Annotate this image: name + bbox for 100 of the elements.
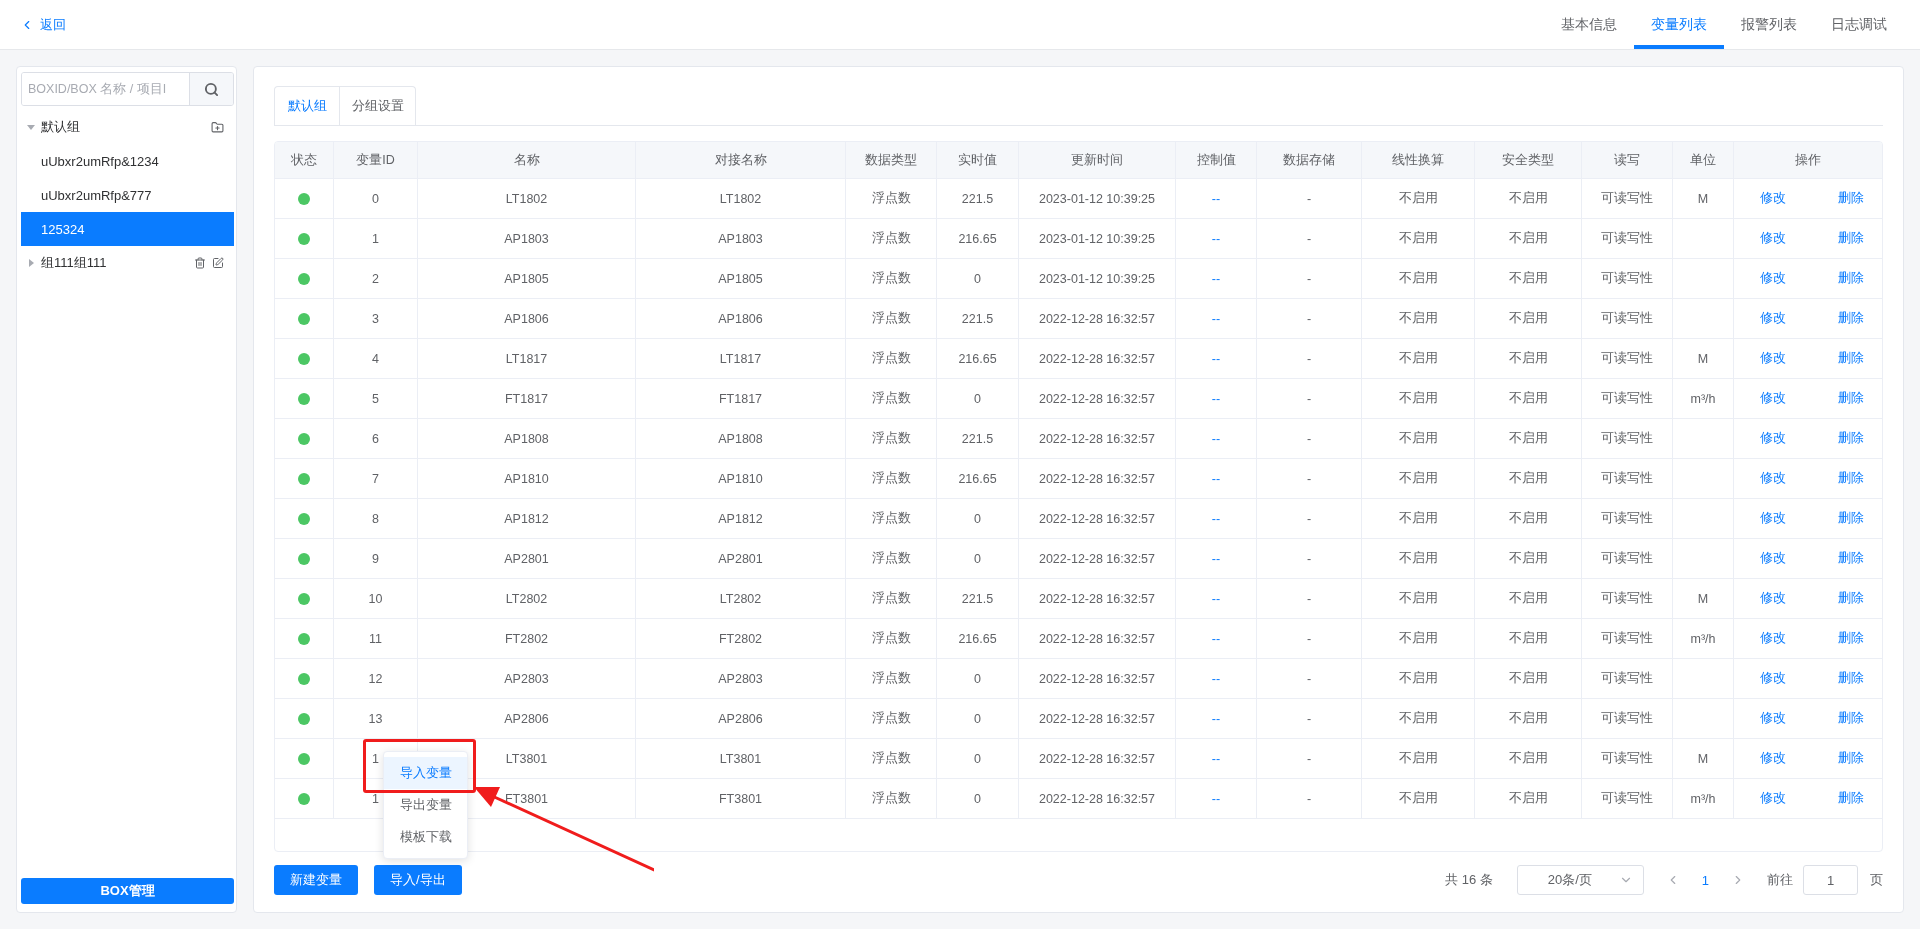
table-cell: 2022-12-28 16:32:57 [1038,511,1156,526]
caret-down-icon[interactable] [27,123,35,131]
table-cell: - [1306,511,1312,526]
tree-item[interactable]: uUbxr2umRfp&777 [21,178,234,212]
delete-link[interactable]: 删除 [1838,590,1864,607]
delete-link[interactable]: 删除 [1838,190,1864,207]
search-button[interactable] [189,73,233,105]
edit-link[interactable]: 修改 [1760,790,1786,807]
edit-link[interactable]: 修改 [1760,430,1786,447]
table-cell: 不启用 [1508,550,1548,567]
table-cell: 不启用 [1398,190,1438,207]
delete-link[interactable]: 删除 [1838,630,1864,647]
menu-item[interactable]: 导出变量 [384,789,467,821]
delete-link[interactable]: 删除 [1838,510,1864,527]
delete-link[interactable]: 删除 [1838,550,1864,567]
delete-link[interactable]: 删除 [1838,670,1864,687]
caret-right-icon[interactable] [27,259,35,267]
table-cell: - [1306,671,1312,686]
edit-link[interactable]: 修改 [1760,270,1786,287]
import-export-button[interactable]: 导入/导出 [374,865,462,895]
table-cell: -- [1211,351,1221,366]
trash-icon[interactable] [194,257,206,269]
edit-link[interactable]: 修改 [1760,550,1786,567]
table-cell: 0 [974,671,981,686]
delete-link[interactable]: 删除 [1838,350,1864,367]
table-cell: 9 [372,551,379,566]
delete-link[interactable]: 删除 [1838,710,1864,727]
edit-link[interactable]: 修改 [1760,710,1786,727]
table-cell: 7 [372,471,379,486]
table-cell: m³/h [1690,791,1716,806]
table-cell: LT1802 [719,191,762,206]
goto-page-field[interactable]: 1 [1803,865,1858,895]
column-header: 线性换算 [1362,142,1475,178]
table-cell: - [1306,551,1312,566]
table-cell: 可读写性 [1601,790,1653,807]
group-tab[interactable]: 默认组 [274,86,340,125]
menu-item[interactable]: 导入变量 [384,757,467,789]
search-icon[interactable] [204,81,219,97]
edit-link[interactable]: 修改 [1760,670,1786,687]
nav-tab[interactable]: 日志调试 [1814,0,1904,49]
page-number[interactable]: 1 [1701,872,1709,888]
delete-link[interactable]: 删除 [1838,470,1864,487]
table-cell: 2022-12-28 16:32:57 [1038,711,1156,726]
nav-tab[interactable]: 报警列表 [1724,0,1814,49]
edit-link[interactable]: 修改 [1760,190,1786,207]
table-cell: 不启用 [1398,510,1438,527]
delete-link[interactable]: 删除 [1838,310,1864,327]
edit-link[interactable]: 修改 [1760,510,1786,527]
table-cell: 不启用 [1398,390,1438,407]
column-header: 读写 [1582,142,1673,178]
nav-tab[interactable]: 变量列表 [1634,0,1724,49]
delete-link[interactable]: 删除 [1838,270,1864,287]
delete-link[interactable]: 删除 [1838,790,1864,807]
box-manage-button[interactable]: BOX管理 [21,878,234,904]
edit-link[interactable]: 修改 [1760,230,1786,247]
table-cell: 不启用 [1508,590,1548,607]
table-cell: - [1306,591,1312,606]
edit-link[interactable]: 修改 [1760,630,1786,647]
delete-link[interactable]: 删除 [1838,230,1864,247]
back-link[interactable]: 返回 [20,0,66,49]
new-variable-button[interactable]: 新建变量 [274,865,358,895]
page-size-select[interactable]: 20条/页 [1516,865,1644,895]
table-cell: 0 [974,751,981,766]
table-cell: 不启用 [1508,430,1548,447]
table-cell: 216.65 [958,471,997,486]
table-cell: 不启用 [1508,390,1548,407]
edit-link[interactable]: 修改 [1760,470,1786,487]
edit-link[interactable]: 修改 [1760,590,1786,607]
table-cell: 不启用 [1508,190,1548,207]
table-cell: AP2806 [718,711,763,726]
edit-link[interactable]: 修改 [1760,390,1786,407]
table-cell: 2023-01-12 10:39:25 [1038,191,1156,206]
table-cell: 221.5 [961,311,994,326]
delete-link[interactable]: 删除 [1838,390,1864,407]
delete-link[interactable]: 删除 [1838,430,1864,447]
tree-item[interactable]: 125324 [21,212,234,246]
edit-icon[interactable] [212,257,224,269]
nav-tab[interactable]: 基本信息 [1544,0,1634,49]
table-cell: 浮点数 [871,230,911,247]
tree-item[interactable]: 组111组111 [21,246,234,280]
delete-link[interactable]: 删除 [1838,750,1864,767]
tree-item[interactable]: 默认组 [21,110,234,144]
table-cell: 2022-12-28 16:32:57 [1038,591,1156,606]
folder-plus-icon[interactable] [211,120,224,134]
table-cell: -- [1211,191,1221,206]
edit-link[interactable]: 修改 [1760,750,1786,767]
table-cell: 不启用 [1398,750,1438,767]
edit-link[interactable]: 修改 [1760,310,1786,327]
table-cell: 221.5 [961,591,994,606]
search-field[interactable]: BOXID/BOX 名称 / 项目I [21,72,234,106]
tree-item[interactable]: uUbxr2umRfp&1234 [21,144,234,178]
table-cell: FT2802 [504,631,549,646]
group-tab[interactable]: 分组设置 [339,86,416,125]
table-cell: 不启用 [1508,510,1548,527]
table-cell: - [1306,711,1312,726]
table-cell: 浮点数 [871,670,911,687]
goto-label: 前往 [1767,871,1793,889]
edit-link[interactable]: 修改 [1760,350,1786,367]
menu-item[interactable]: 模板下载 [384,821,467,853]
table-cell: LT1802 [505,191,548,206]
